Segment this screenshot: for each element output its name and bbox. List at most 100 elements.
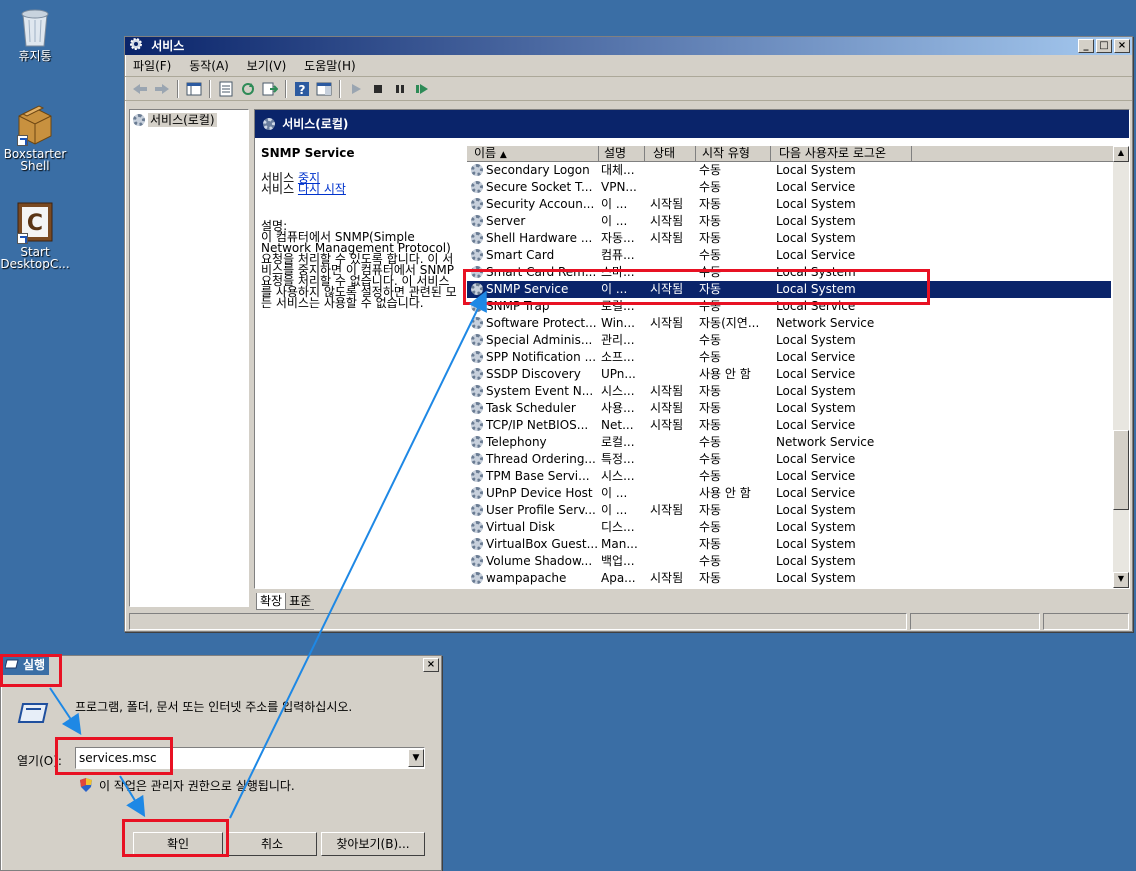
service-row[interactable]: TCP/IP NetBIOS... Net... 시작됨 자동 Local Servic… xyxy=(467,417,1111,434)
service-row[interactable]: Thread Ordering... 특정... 수동 Local Service xyxy=(467,451,1111,468)
action-pane-icon[interactable] xyxy=(315,80,333,98)
tree-item-services-local[interactable]: 서비스(로컬) xyxy=(130,110,248,129)
open-combobox[interactable]: services.msc ▼ xyxy=(75,747,425,769)
back-arrow-icon[interactable] xyxy=(131,80,149,98)
service-gear-icon xyxy=(471,215,483,227)
service-row[interactable]: User Profile Serv... 이 ... 시작됨 자동 Local Syst… xyxy=(467,502,1111,519)
refresh-icon[interactable] xyxy=(239,80,257,98)
service-row[interactable]: Task Scheduler 사용... 시작됨 자동 Local System xyxy=(467,400,1111,417)
service-row[interactable]: Secure Socket T... VPN... 수동 Local Service xyxy=(467,179,1111,196)
service-row[interactable]: Smart Card Rem... 스마... 수동 Local System xyxy=(467,264,1111,281)
service-row[interactable]: Volume Shadow... 백업... 수동 Local System xyxy=(467,553,1111,570)
service-log-on-as: Local Service xyxy=(776,248,856,262)
service-row[interactable]: SNMP Trap 로컬... 수동 Local Service xyxy=(467,298,1111,315)
column-header-description[interactable]: 설명 xyxy=(601,146,645,162)
service-log-on-as: Local System xyxy=(776,571,856,585)
service-startup-type: 수동 xyxy=(699,554,722,568)
open-label: 열기(O): xyxy=(17,754,62,768)
stop-service-icon[interactable] xyxy=(369,80,387,98)
scrollbar-thumb[interactable] xyxy=(1113,430,1129,510)
service-row[interactable]: Special Adminis... 관리... 수동 Local System xyxy=(467,332,1111,349)
ok-button[interactable]: 확인 xyxy=(133,832,223,856)
service-status: 시작됨 xyxy=(650,503,684,517)
service-row[interactable]: UPnP Device Host 이 ... 사용 안 함 Local Service xyxy=(467,485,1111,502)
service-log-on-as: Local System xyxy=(776,333,856,347)
service-name: SSDP Discovery xyxy=(471,366,599,383)
service-row[interactable]: System Event N... 시스... 시작됨 자동 Local System xyxy=(467,383,1111,400)
restart-service-link[interactable]: 다시 시작 xyxy=(298,182,346,196)
menu-help[interactable]: 도움말(H) xyxy=(304,59,356,73)
service-status: 시작됨 xyxy=(650,316,684,330)
restart-service-icon[interactable] xyxy=(413,80,431,98)
service-row[interactable]: Telephony 로컬... 수동 Network Service xyxy=(467,434,1111,451)
menu-view[interactable]: 보기(V) xyxy=(247,59,287,73)
properties-icon[interactable] xyxy=(217,80,235,98)
forward-arrow-icon[interactable] xyxy=(153,80,171,98)
service-row[interactable]: Software Protect... Win... 시작됨 자동(지연... Netw… xyxy=(467,315,1111,332)
open-input[interactable]: services.msc xyxy=(76,751,408,765)
service-row[interactable]: wampapache Apa... 시작됨 자동 Local System xyxy=(467,570,1111,586)
service-log-on-as: Local Service xyxy=(776,180,856,194)
desktop-icon-start-desktopc[interactable]: C Start DesktopC... xyxy=(0,200,70,270)
maximize-button[interactable]: □ xyxy=(1096,39,1112,53)
column-header-status[interactable]: 상태 xyxy=(650,146,696,162)
export-list-icon[interactable] xyxy=(261,80,279,98)
desktop-icon-recycle-bin[interactable]: 휴지통 xyxy=(0,4,70,62)
menu-action[interactable]: 동작(A) xyxy=(189,59,229,73)
vertical-scrollbar[interactable]: ▲ ▼ xyxy=(1113,146,1129,588)
service-description: Apa... xyxy=(601,571,636,585)
scroll-down-icon[interactable]: ▼ xyxy=(1113,572,1129,588)
tab-standard[interactable]: 표준 xyxy=(286,593,315,610)
help-icon[interactable]: ? xyxy=(293,80,311,98)
cancel-button[interactable]: 취소 xyxy=(227,832,317,856)
column-header-name[interactable]: 이름 ▲ xyxy=(471,146,599,162)
service-description: 소프... xyxy=(601,350,635,364)
service-startup-type: 수동 xyxy=(699,469,722,483)
start-service-icon[interactable] xyxy=(347,80,365,98)
services-list: 이름 ▲ 설명 상태 시작 유형 다음 사용자로 로그온 Secondary L… xyxy=(467,146,1129,588)
dropdown-arrow-icon[interactable]: ▼ xyxy=(408,749,424,767)
minimize-button[interactable]: _ xyxy=(1078,39,1094,53)
service-gear-icon xyxy=(471,351,483,363)
scroll-up-icon[interactable]: ▲ xyxy=(1113,146,1129,162)
service-row[interactable]: Server 이 ... 시작됨 자동 Local System xyxy=(467,213,1111,230)
package-icon xyxy=(15,102,55,146)
browse-button[interactable]: 찾아보기(B)... xyxy=(321,832,425,856)
services-titlebar[interactable]: 서비스 _ □ × xyxy=(125,37,1132,55)
selected-service-name: SNMP Service xyxy=(261,146,355,160)
service-row[interactable]: Security Accoun... 이 ... 시작됨 자동 Local System xyxy=(467,196,1111,213)
service-row[interactable]: SNMP Service 이 ... 시작됨 자동 Local System xyxy=(467,281,1111,298)
service-startup-type: 자동 xyxy=(699,401,722,415)
close-button[interactable]: × xyxy=(1114,39,1130,53)
service-startup-type: 수동 xyxy=(699,452,722,466)
service-gear-icon xyxy=(471,317,483,329)
column-header-startup-type[interactable]: 시작 유형 xyxy=(699,146,771,162)
chocolatey-icon: C xyxy=(15,200,55,244)
tab-extended[interactable]: 확장 xyxy=(256,593,287,610)
service-row[interactable]: Virtual Disk 디스... 수동 Local System xyxy=(467,519,1111,536)
service-gear-icon xyxy=(471,181,483,193)
desktop-icon-boxstarter[interactable]: Boxstarter Shell xyxy=(0,102,70,172)
service-row[interactable]: VirtualBox Guest... Man... 자동 Local System xyxy=(467,536,1111,553)
service-description: 시스... xyxy=(601,384,635,398)
pause-service-icon[interactable] xyxy=(391,80,409,98)
service-row[interactable]: Smart Card 컴퓨... 수동 Local Service xyxy=(467,247,1111,264)
service-log-on-as: Local System xyxy=(776,537,856,551)
run-titlebar[interactable]: 실행 × xyxy=(1,656,441,676)
service-row[interactable]: SSDP Discovery UPn... 사용 안 함 Local Service xyxy=(467,366,1111,383)
service-name: UPnP Device Host xyxy=(471,485,599,502)
run-close-button[interactable]: × xyxy=(423,658,439,672)
service-startup-type: 자동 xyxy=(699,537,722,551)
service-row[interactable]: Secondary Logon 대체... 수동 Local System xyxy=(467,162,1111,179)
column-header-log-on-as[interactable]: 다음 사용자로 로그온 xyxy=(776,146,912,162)
service-gear-icon xyxy=(471,232,483,244)
service-name: Smart Card xyxy=(471,247,599,264)
service-gear-icon xyxy=(471,164,483,176)
console-tree-icon[interactable] xyxy=(185,80,203,98)
run-window-icon xyxy=(4,657,19,675)
menu-file[interactable]: 파일(F) xyxy=(133,59,171,73)
service-row[interactable]: Shell Hardware ... 자동... 시작됨 자동 Local System xyxy=(467,230,1111,247)
service-row[interactable]: SPP Notification ... 소프... 수동 Local Service xyxy=(467,349,1111,366)
service-log-on-as: Local System xyxy=(776,554,856,568)
service-row[interactable]: TPM Base Servi... 시스... 수동 Local Service xyxy=(467,468,1111,485)
